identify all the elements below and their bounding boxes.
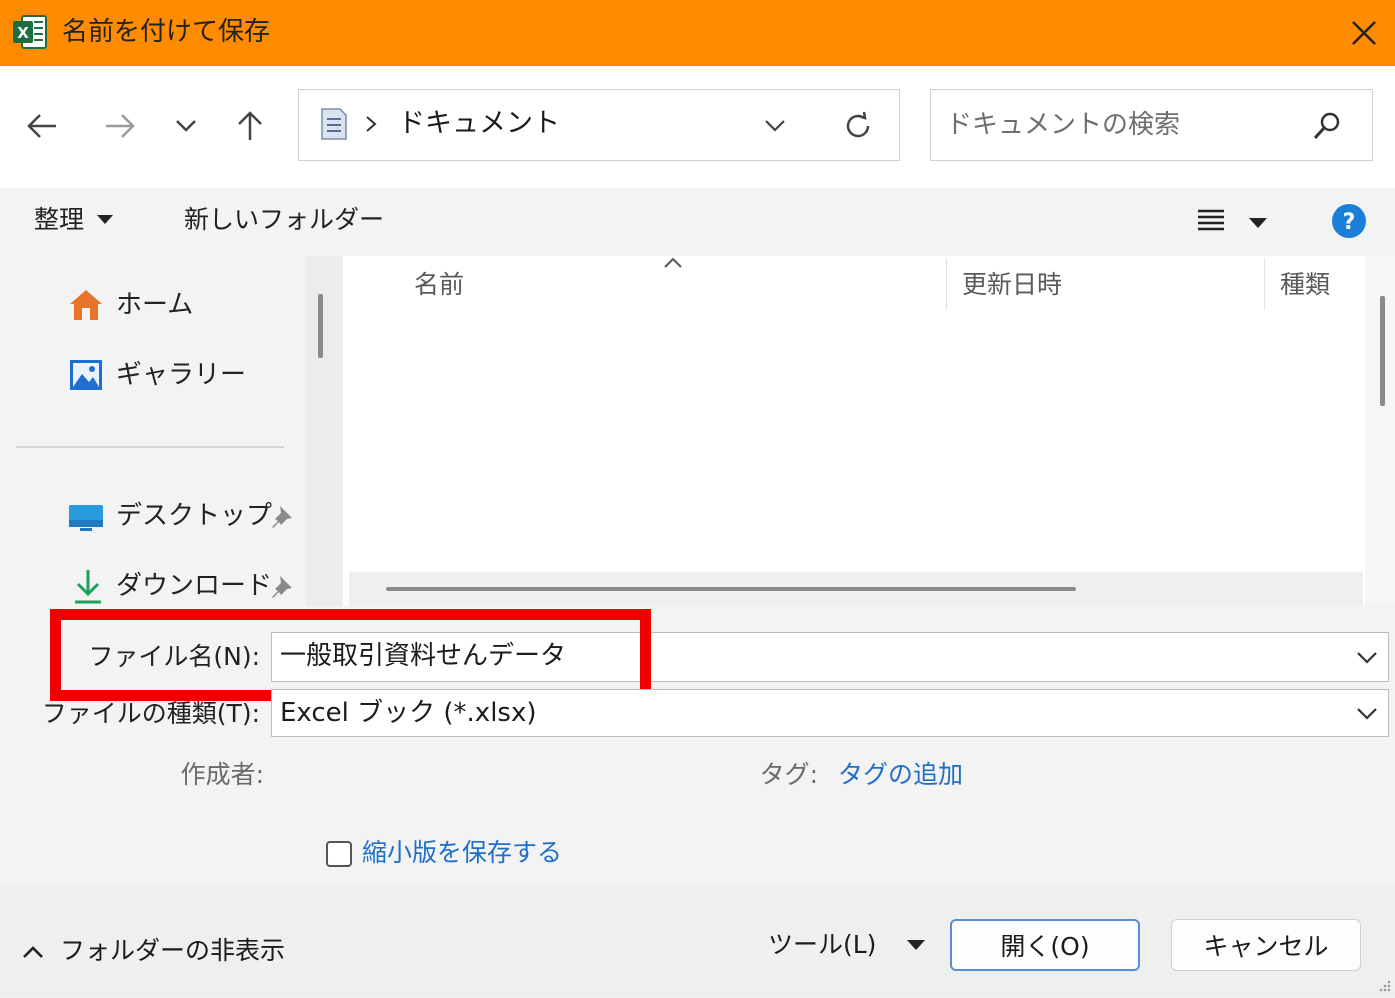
caret-down-icon (1249, 218, 1267, 228)
filename-value[interactable]: 一般取引資料せんデータ (280, 639, 566, 673)
breadcrumb-chevron-icon (364, 114, 378, 138)
svg-text:?: ? (1343, 210, 1356, 235)
back-button[interactable] (18, 96, 66, 156)
column-header-name[interactable]: 名前 (414, 268, 464, 302)
view-dropdown-button[interactable] (1248, 214, 1268, 233)
sidebar-item-home[interactable]: ホーム (116, 287, 193, 323)
sidebar-divider (16, 446, 284, 448)
filename-label: ファイル名(N): (88, 642, 260, 671)
breadcrumb-current[interactable]: ドキュメント (398, 107, 560, 141)
thumbnail-checkbox[interactable] (326, 841, 352, 867)
chevron-down-icon (176, 120, 196, 132)
new-folder-button[interactable]: 新しいフォルダー (184, 204, 384, 236)
view-options-button[interactable] (1196, 207, 1226, 237)
documents-folder-icon (320, 107, 348, 145)
chevron-down-icon (1357, 708, 1377, 720)
search-placeholder: ドキュメントの検索 (946, 110, 1181, 140)
search-icon[interactable] (1312, 110, 1342, 146)
organize-button[interactable]: 整理 (34, 204, 114, 236)
window-title: 名前を付けて保存 (62, 17, 271, 47)
pin-icon[interactable] (270, 574, 294, 604)
open-button[interactable]: 開く(O) (950, 919, 1140, 971)
file-list-vertical-scroll-thumb[interactable] (1380, 296, 1385, 406)
recent-locations-button[interactable] (166, 96, 206, 156)
filetype-value[interactable]: Excel ブック (*.xlsx) (280, 696, 537, 730)
desktop-icon (68, 502, 104, 536)
close-icon (1352, 21, 1376, 45)
tags-label: タグ: (759, 760, 818, 789)
filetype-label: ファイルの種類(T): (41, 699, 260, 728)
filename-dropdown-button[interactable] (1356, 650, 1378, 669)
help-button[interactable]: ? (1330, 202, 1368, 244)
sidebar-item-downloads[interactable]: ダウンロード (116, 568, 272, 604)
chevron-down-icon (1357, 652, 1377, 664)
organize-label: 整理 (34, 205, 85, 234)
svg-text:X: X (17, 24, 29, 42)
sidebar-item-gallery[interactable]: ギャラリー (116, 357, 246, 393)
column-divider[interactable] (1264, 258, 1265, 310)
file-list (343, 256, 1395, 606)
help-icon: ? (1332, 204, 1366, 238)
resize-grip-icon[interactable] (1376, 978, 1392, 998)
tools-label: ツール(L) (768, 930, 877, 959)
sort-ascending-icon (662, 254, 684, 273)
gallery-icon (68, 358, 104, 396)
navigation-pane-scrollbar[interactable] (305, 256, 343, 606)
filetype-dropdown-button[interactable] (1356, 706, 1378, 725)
caret-down-icon (907, 940, 926, 950)
arrow-left-icon (27, 114, 56, 138)
forward-button[interactable] (96, 96, 144, 156)
home-icon (68, 288, 104, 326)
column-header-type[interactable]: 種類 (1280, 268, 1330, 302)
excel-icon: X (12, 14, 48, 50)
list-view-icon (1198, 209, 1224, 231)
refresh-icon (846, 111, 870, 138)
arrow-up-icon (238, 111, 262, 140)
close-button[interactable] (1340, 10, 1388, 56)
column-header-modified[interactable]: 更新日時 (962, 268, 1062, 302)
up-button[interactable] (228, 96, 272, 156)
arrow-right-icon (106, 114, 135, 138)
tools-button[interactable]: ツール(L) (768, 928, 926, 962)
download-icon (72, 568, 104, 610)
chevron-up-icon[interactable] (22, 944, 44, 963)
address-dropdown-button[interactable] (764, 118, 786, 137)
navigation-pane-scroll-thumb[interactable] (318, 294, 323, 358)
pin-icon[interactable] (270, 504, 294, 534)
add-tag-link[interactable]: タグの追加 (838, 758, 963, 792)
caret-down-icon (97, 215, 114, 224)
column-divider[interactable] (946, 258, 947, 310)
address-bar[interactable] (298, 89, 900, 161)
thumbnail-checkbox-label[interactable]: 縮小版を保存する (362, 836, 562, 870)
sidebar-item-desktop[interactable]: デスクトップ (116, 498, 272, 534)
chevron-down-icon (765, 120, 785, 132)
file-list-horizontal-scroll-thumb[interactable] (386, 587, 1076, 591)
hide-folders-button[interactable]: フォルダーの非表示 (60, 934, 285, 968)
refresh-button[interactable] (842, 110, 874, 146)
cancel-button[interactable]: キャンセル (1171, 919, 1361, 971)
author-label: 作成者: (180, 760, 264, 789)
